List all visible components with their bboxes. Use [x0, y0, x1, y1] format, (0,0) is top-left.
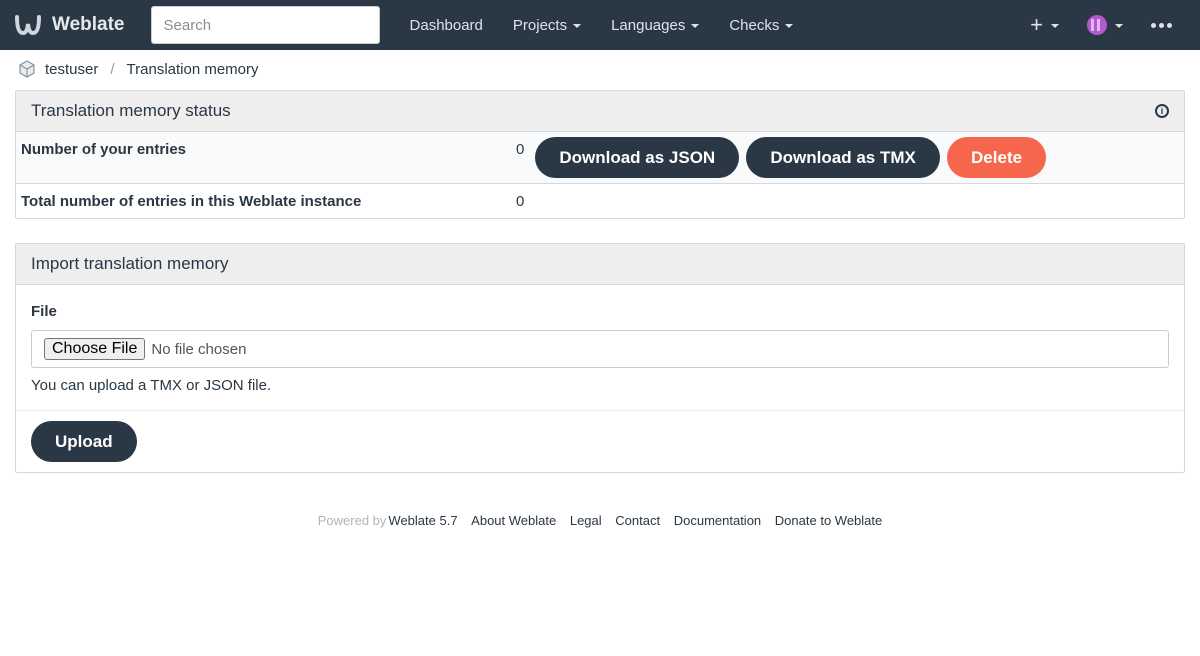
nav-projects-label: Projects	[512, 16, 568, 34]
footer-legal-link[interactable]: Legal	[570, 513, 602, 528]
row-count: 0	[516, 192, 525, 210]
file-input[interactable]: Choose File No file chosen	[31, 330, 1169, 368]
user-menu[interactable]	[1073, 0, 1137, 50]
navbar: Weblate Dashboard Projects Languages Che…	[0, 0, 1200, 50]
avatar	[1087, 15, 1107, 35]
footer-version-link[interactable]: Weblate 5.7	[388, 513, 457, 528]
user-cube-icon	[19, 60, 35, 78]
footer-documentation-link[interactable]: Documentation	[674, 513, 761, 528]
more-dots-icon	[1151, 22, 1172, 28]
brand-name: Weblate	[52, 14, 125, 35]
breadcrumb-page[interactable]: Translation memory	[127, 61, 259, 78]
info-icon[interactable]: i	[1155, 104, 1169, 118]
row-count: 0	[516, 141, 525, 158]
nav-dashboard[interactable]: Dashboard	[395, 0, 498, 50]
status-panel: Translation memory status i Number of yo…	[15, 90, 1185, 219]
caret-down-icon	[573, 24, 582, 28]
nav-links: Dashboard Projects Languages Checks	[395, 0, 809, 50]
nav-right: +	[1016, 0, 1186, 50]
breadcrumb: testuser / Translation memory	[0, 50, 1200, 88]
more-menu[interactable]	[1137, 0, 1186, 50]
download-json-button[interactable]: Download as JSON	[535, 137, 740, 178]
nav-checks[interactable]: Checks	[714, 0, 808, 50]
table-row: Number of your entries 0 Download as JSO…	[16, 132, 1184, 183]
powered-by-text: Powered by	[317, 513, 387, 528]
row-actions-empty	[530, 183, 1184, 218]
nav-checks-label: Checks	[729, 16, 780, 34]
breadcrumb-separator: /	[110, 60, 115, 78]
footer-about-link[interactable]: About Weblate	[471, 513, 556, 528]
row-actions: Download as JSON Download as TMX Delete	[530, 132, 1184, 183]
add-menu[interactable]: +	[1016, 0, 1073, 50]
search-input[interactable]	[150, 6, 380, 44]
file-label: File	[31, 303, 57, 320]
plus-icon: +	[1030, 12, 1043, 37]
table-row: Total number of entries in this Weblate …	[16, 183, 1184, 218]
import-panel-title: Import translation memory	[31, 254, 229, 273]
row-label: Total number of entries in this Weblate …	[21, 192, 362, 210]
nav-languages[interactable]: Languages	[596, 0, 714, 50]
footer: Powered by Weblate 5.7 About Weblate Lega…	[0, 513, 1200, 528]
import-body: File Choose File No file chosen You can …	[16, 285, 1184, 410]
weblate-logo-icon	[15, 15, 41, 36]
brand[interactable]: Weblate	[14, 14, 125, 36]
nav-languages-label: Languages	[611, 16, 686, 34]
download-tmx-button[interactable]: Download as TMX	[746, 137, 940, 178]
nav-projects[interactable]: Projects	[498, 0, 596, 50]
row-label: Number of your entries	[21, 141, 187, 158]
no-file-text: No file chosen	[151, 340, 247, 358]
breadcrumb-user[interactable]: testuser	[45, 61, 98, 78]
import-panel: Import translation memory File Choose Fi…	[15, 243, 1185, 473]
file-help-text: You can upload a TMX or JSON file.	[31, 377, 272, 394]
caret-down-icon	[1051, 24, 1059, 28]
import-panel-footer: Upload	[16, 410, 1184, 472]
footer-donate-link[interactable]: Donate to Weblate	[775, 513, 882, 528]
status-panel-title: Translation memory status	[31, 101, 231, 120]
status-panel-heading: Translation memory status i	[16, 91, 1184, 132]
caret-down-icon	[785, 24, 794, 28]
nav-dashboard-label: Dashboard	[409, 16, 483, 34]
delete-button[interactable]: Delete	[947, 137, 1047, 178]
footer-contact-link[interactable]: Contact	[615, 513, 660, 528]
caret-down-icon	[691, 24, 700, 28]
import-panel-heading: Import translation memory	[16, 244, 1184, 285]
caret-down-icon	[1115, 24, 1123, 28]
status-table: Number of your entries 0 Download as JSO…	[16, 132, 1184, 218]
choose-file-button[interactable]: Choose File	[44, 338, 146, 360]
upload-button[interactable]: Upload	[31, 421, 137, 462]
